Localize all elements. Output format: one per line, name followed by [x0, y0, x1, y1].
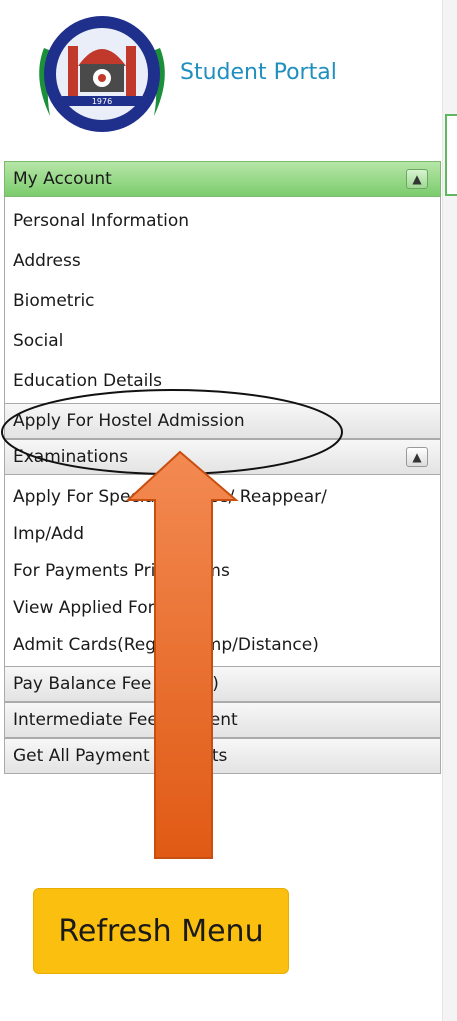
- section-examinations[interactable]: Examinations ▲: [4, 439, 441, 475]
- menu-item-view-applied-forms[interactable]: View Applied Forms: [5, 590, 440, 627]
- refresh-menu-button[interactable]: Refresh Menu: [33, 888, 289, 974]
- section-label: Intermediate Fee Payment: [13, 710, 238, 730]
- menu: My Account ▲ Personal Information Addres…: [4, 161, 441, 774]
- menu-item-payments-print-forms[interactable]: For Payments Print Forms: [5, 553, 440, 590]
- menu-item-biometric[interactable]: Biometric: [5, 281, 440, 321]
- my-account-items: Personal Information Address Biometric S…: [4, 197, 441, 403]
- sidebar: 1976 Student Portal My Account ▲ Persona…: [0, 0, 442, 1021]
- university-logo[interactable]: 1976: [32, 8, 172, 136]
- content-box-edge: [445, 114, 457, 196]
- section-payment-receipts[interactable]: Get All Payment Receipts: [4, 738, 441, 774]
- section-label: Get All Payment Receipts: [13, 746, 228, 766]
- section-label: My Account: [13, 169, 112, 189]
- section-hostel-admission[interactable]: Apply For Hostel Admission: [4, 403, 441, 439]
- menu-item-special-chance-cont[interactable]: Imp/Add: [5, 516, 440, 553]
- section-intermediate-fee[interactable]: Intermediate Fee Payment: [4, 702, 441, 738]
- section-label: Apply For Hostel Admission: [13, 411, 245, 431]
- section-my-account[interactable]: My Account ▲: [4, 161, 441, 197]
- page-title: Student Portal: [180, 60, 337, 85]
- university-logo-icon: 1976: [39, 16, 165, 132]
- menu-item-address[interactable]: Address: [5, 241, 440, 281]
- section-label: Pay Balance Fee (If Any): [13, 674, 219, 694]
- chevron-up-icon[interactable]: ▲: [406, 169, 428, 189]
- chevron-up-icon[interactable]: ▲: [406, 447, 428, 467]
- examinations-items: Apply For Special Chance/ Reappear/ Imp/…: [4, 475, 441, 666]
- menu-item-personal-information[interactable]: Personal Information: [5, 201, 440, 241]
- section-pay-balance-fee[interactable]: Pay Balance Fee (If Any): [4, 666, 441, 702]
- section-label: Examinations: [13, 447, 129, 467]
- menu-item-special-chance[interactable]: Apply For Special Chance/ Reappear/: [5, 479, 440, 516]
- menu-item-education-details[interactable]: Education Details: [5, 361, 440, 401]
- menu-item-social[interactable]: Social: [5, 321, 440, 361]
- menu-item-admit-cards[interactable]: Admit Cards(Reg/Rep/Imp/Distance): [5, 627, 440, 664]
- svg-text:1976: 1976: [92, 97, 112, 106]
